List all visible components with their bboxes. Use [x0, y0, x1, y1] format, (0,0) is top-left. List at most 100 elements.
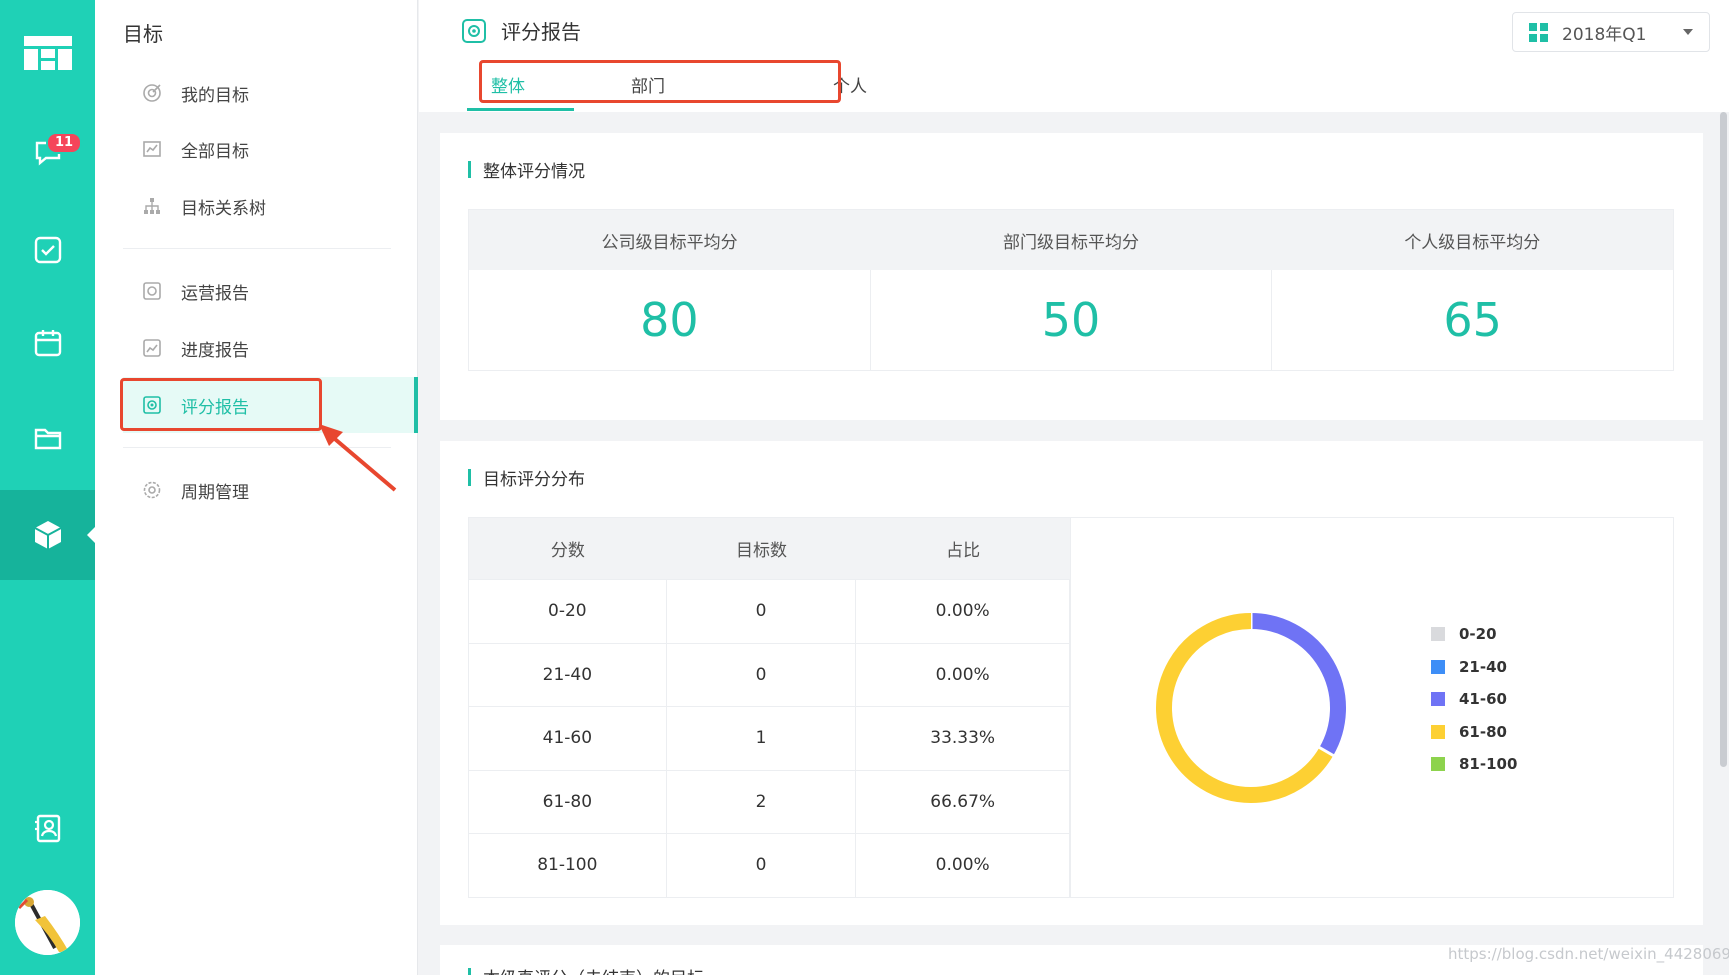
legend-item[interactable]: 41-60	[1431, 683, 1517, 716]
trend-icon	[141, 337, 163, 359]
legend-swatch	[1431, 757, 1445, 772]
score-table-row: 80 50 65	[469, 270, 1673, 370]
score-range-cell: 81-100	[469, 834, 667, 897]
table-row: 41-60 1 33.33%	[469, 706, 1070, 770]
legend-label: 61-80	[1459, 722, 1507, 741]
column-header: 分数	[550, 541, 585, 561]
column-header: 部门级目标平均分	[1002, 232, 1139, 253]
legend-swatch	[1431, 692, 1445, 707]
sidebar-title: 目标	[123, 22, 163, 46]
gear-icon	[141, 479, 163, 501]
goal-count-cell: 2	[667, 770, 857, 833]
active-caret	[87, 527, 95, 543]
main-scrollbar[interactable]	[1720, 112, 1727, 767]
legend-item[interactable]: 61-80	[1431, 716, 1517, 749]
page-title-text: 评分报告	[501, 20, 581, 44]
goal-count-cell: 0	[667, 643, 857, 706]
score-range-cell: 41-60	[469, 707, 667, 770]
score-range-cell: 61-80	[469, 770, 667, 833]
sidebar-item-goal-tree[interactable]: 目标关系树	[123, 178, 391, 234]
sidebar-item-ops-report[interactable]: 运营报告	[123, 263, 391, 319]
dashboard-icon[interactable]	[0, 8, 95, 98]
highlight-box-tabs	[479, 60, 841, 103]
column-header: 公司级目标平均分	[601, 232, 738, 253]
overall-card-title: 整体评分情况	[468, 157, 585, 182]
score-table-header: 公司级目标平均分 部门级目标平均分 个人级目标平均分	[469, 210, 1673, 270]
calendar-icon[interactable]	[0, 298, 95, 388]
target-icon	[141, 82, 163, 104]
legend-label: 41-60	[1459, 690, 1507, 709]
sidebar-item-progress-report[interactable]: 进度报告	[123, 320, 391, 376]
legend-label: 0-20	[1459, 625, 1497, 644]
goal-count-cell: 1	[667, 707, 857, 770]
legend-label: 21-40	[1459, 657, 1507, 676]
overall-score-table: 公司级目标平均分 部门级目标平均分 个人级目标平均分 80 50 65	[468, 209, 1674, 371]
legend-swatch	[1431, 724, 1445, 739]
ratio-cell: 33.33%	[856, 707, 1070, 770]
sidebar-divider	[123, 248, 391, 249]
chart-legend: 0-20 21-40 41-60 61-80 81-100	[1431, 618, 1517, 781]
donut-chart-area: 0-20 21-40 41-60 61-80 81-100	[1070, 517, 1674, 898]
sidebar-item-label: 我的目标	[181, 85, 249, 106]
unscored-goals-card-title: 本级直评分（未结束）的目标	[468, 964, 704, 975]
donut-slice-41-60[interactable]	[1250, 613, 1346, 756]
table-row: 61-80 2 66.67%	[469, 769, 1070, 833]
chart-icon	[141, 138, 163, 160]
ratio-cell: 0.00%	[856, 580, 1070, 643]
distribution-table: 分数 目标数 占比 0-20 0 0.00% 21-40 0 0.00% 41-…	[468, 517, 1070, 898]
tree-icon	[141, 195, 163, 217]
distribution-card-title: 目标评分分布	[468, 465, 585, 490]
goal-count-cell: 0	[667, 834, 857, 897]
avatar[interactable]	[15, 890, 80, 955]
ratio-cell: 66.67%	[856, 770, 1070, 833]
report-icon	[141, 280, 163, 302]
sidebar-item-label: 周期管理	[181, 482, 249, 503]
distribution-table-header: 分数 目标数 占比	[469, 518, 1070, 579]
legend-item[interactable]: 21-40	[1431, 651, 1517, 684]
highlight-box-sidebar	[120, 378, 322, 431]
period-select-value: 2018年Q1	[1562, 24, 1647, 45]
sidebar-item-label: 全部目标	[181, 141, 249, 162]
watermark: https://blog.csdn.net/weixin_44280696	[1448, 945, 1729, 963]
column-header: 占比	[946, 541, 981, 561]
sidebar-item-label: 目标关系树	[181, 198, 266, 219]
score-icon	[462, 18, 486, 43]
chat-icon[interactable]: 11	[0, 108, 95, 198]
annotation-arrow	[319, 424, 397, 492]
distribution-card: 目标评分分布 分数 目标数 占比 0-20 0 0.00% 21-40 0 0.…	[440, 441, 1703, 925]
legend-item[interactable]: 81-100	[1431, 748, 1517, 781]
ratio-cell: 0.00%	[856, 834, 1070, 897]
column-header: 个人级目标平均分	[1404, 232, 1541, 253]
unread-badge: 11	[46, 132, 83, 154]
personal-avg-score: 65	[1443, 293, 1502, 347]
task-icon[interactable]	[0, 205, 95, 295]
table-row: 0-20 0 0.00%	[469, 579, 1070, 643]
period-select[interactable]: 2018年Q1	[1512, 12, 1710, 52]
donut-chart	[1156, 605, 1346, 803]
box-icon[interactable]	[0, 490, 95, 580]
table-row: 21-40 0 0.00%	[469, 642, 1070, 706]
column-header: 目标数	[736, 541, 788, 561]
legend-swatch	[1431, 627, 1445, 642]
folder-icon[interactable]	[0, 393, 95, 483]
score-range-cell: 0-20	[469, 580, 667, 643]
sidebar-item-my-goals[interactable]: 我的目标	[123, 65, 391, 121]
page-title: 评分报告	[461, 16, 581, 45]
sidebar-item-label: 运营报告	[181, 283, 249, 304]
overall-score-card: 整体评分情况 公司级目标平均分 部门级目标平均分 个人级目标平均分 80 50 …	[440, 133, 1703, 420]
score-range-cell: 21-40	[469, 643, 667, 706]
legend-item[interactable]: 0-20	[1431, 618, 1517, 651]
department-avg-score: 50	[871, 270, 1273, 370]
tab-active-underline	[467, 108, 574, 111]
app-rail: 11	[0, 0, 95, 975]
sidebar-item-label: 进度报告	[181, 340, 249, 361]
ratio-cell: 0.00%	[856, 643, 1070, 706]
sidebar-item-all-goals[interactable]: 全部目标	[123, 121, 391, 177]
contacts-icon[interactable]	[0, 783, 95, 873]
legend-swatch	[1431, 659, 1445, 674]
company-avg-score: 80	[469, 270, 871, 370]
chevron-down-icon	[1683, 29, 1693, 35]
goal-count-cell: 0	[667, 580, 857, 643]
table-row: 81-100 0 0.00%	[469, 833, 1070, 897]
legend-label: 81-100	[1459, 755, 1518, 774]
